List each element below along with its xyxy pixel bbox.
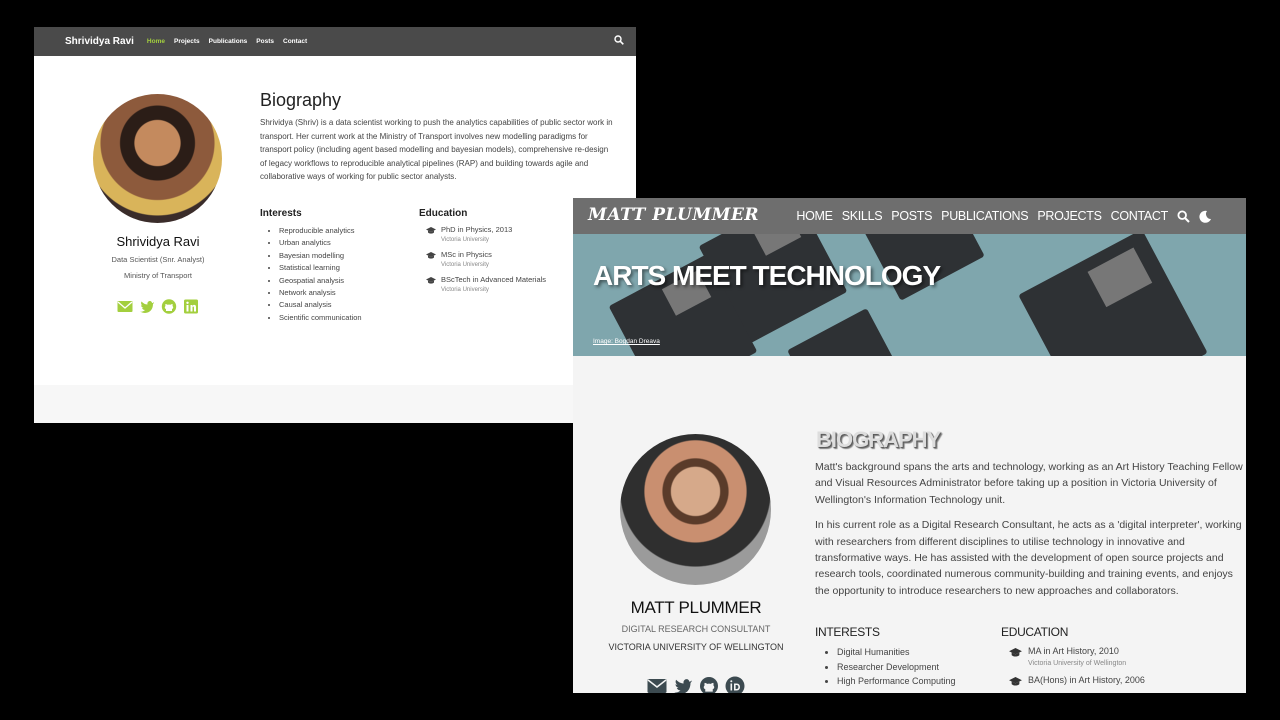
- graduation-cap-icon: [426, 227, 436, 234]
- main-content: Shrividya Ravi Data Scientist (Snr. Anal…: [34, 56, 636, 385]
- profile-org[interactable]: VICTORIA UNIVERSITY OF WELLINGTON: [573, 642, 819, 652]
- biography-paragraph: In his current role as a Digital Researc…: [815, 519, 1242, 597]
- social-links: [117, 299, 199, 314]
- interests-heading: INTERESTS: [815, 625, 880, 639]
- interests-list: Reproducible analytics Urban analytics B…: [279, 225, 362, 324]
- nav-contact[interactable]: Contact: [283, 38, 307, 45]
- education-item: PhD in Physics, 2013 Victoria University: [426, 225, 596, 250]
- email-icon[interactable]: [117, 299, 133, 314]
- search-icon[interactable]: [1177, 209, 1190, 223]
- list-item: Digital Humanities: [837, 645, 956, 660]
- education-heading: EDUCATION: [1001, 625, 1069, 639]
- list-item: Reproducible analytics: [279, 225, 362, 237]
- site-brand[interactable]: MATT PLUMMER: [588, 205, 759, 225]
- graduation-cap-icon: [1009, 677, 1022, 686]
- list-item: Causal analysis: [279, 299, 362, 311]
- education-heading: Education: [419, 208, 468, 219]
- nav-projects[interactable]: Projects: [174, 38, 200, 45]
- floppy-disk-image: [787, 308, 909, 356]
- site-brand[interactable]: Shrividya Ravi: [65, 36, 134, 47]
- biography-text: Shrividya (Shriv) is a data scientist wo…: [260, 118, 613, 182]
- list-item: Scientific communication: [279, 312, 362, 324]
- profile-role: DIGITAL RESEARCH CONSULTANT: [621, 624, 771, 634]
- avatar: [93, 94, 222, 223]
- nav-publications[interactable]: Publications: [209, 38, 248, 45]
- nav-home[interactable]: HOME: [796, 209, 833, 223]
- nav-contact[interactable]: CONTACT: [1111, 209, 1169, 223]
- list-item: Bayesian modelling: [279, 250, 362, 262]
- biography-text: Matt's background spans the arts and tec…: [815, 459, 1246, 608]
- education-course: MA in Art History, 2010: [1028, 646, 1119, 656]
- nav-skills[interactable]: SKILLS: [842, 209, 883, 223]
- education-course: BA(Hons) in Art History, 2006: [1028, 675, 1145, 685]
- interests-heading: Interests: [260, 208, 302, 219]
- navbar: MATT PLUMMER HOME SKILLS POSTS PUBLICATI…: [573, 198, 1246, 234]
- interests-list: Digital Humanities Researcher Developmen…: [837, 645, 956, 689]
- education-item: BScTech in Advanced Materials Victoria U…: [426, 275, 596, 300]
- orcid-icon[interactable]: [725, 676, 745, 693]
- graduation-cap-icon: [426, 277, 436, 284]
- education-item: MA in Art History, 2010 Victoria Univers…: [1009, 645, 1229, 674]
- hero-banner: ARTS MEET TECHNOLOGY Image: Bogdan Dreav…: [573, 234, 1246, 356]
- social-links: [647, 676, 745, 693]
- biography-paragraph: Matt's background spans the arts and tec…: [815, 461, 1243, 506]
- list-item: High Performance Computing: [837, 674, 956, 689]
- github-icon[interactable]: [161, 299, 177, 314]
- biography-heading: BIOGRAPHY: [816, 427, 941, 452]
- nav-publications[interactable]: PUBLICATIONS: [941, 209, 1028, 223]
- hero-title: ARTS MEET TECHNOLOGY: [593, 260, 941, 291]
- nav-home[interactable]: Home: [147, 38, 165, 45]
- shrividya-site-window: Shrividya Ravi Home Projects Publication…: [34, 27, 636, 423]
- image-credit-link[interactable]: Image: Bogdan Dreava: [593, 338, 660, 345]
- github-icon[interactable]: [699, 676, 719, 693]
- nav-projects[interactable]: PROJECTS: [1037, 209, 1102, 223]
- avatar: [620, 434, 771, 585]
- nav-posts[interactable]: POSTS: [891, 209, 932, 223]
- search-icon[interactable]: [614, 35, 624, 45]
- email-icon[interactable]: [647, 676, 667, 693]
- education-list: PhD in Physics, 2013 Victoria University…: [426, 225, 596, 300]
- linkedin-icon[interactable]: [183, 299, 199, 314]
- nav-posts[interactable]: Posts: [256, 38, 274, 45]
- profile-name: Shrividya Ravi: [116, 234, 200, 249]
- education-item: MSc in Physics Victoria University: [426, 250, 596, 275]
- moon-icon[interactable]: [1199, 210, 1212, 223]
- floppy-disk-image: [1018, 234, 1208, 356]
- profile-name: MATT PLUMMER: [630, 598, 762, 617]
- profile-org[interactable]: Ministry of Transport: [34, 271, 282, 280]
- matt-plummer-site-window: ARTS MEET TECHNOLOGY Image: Bogdan Dreav…: [573, 198, 1246, 693]
- profile-role: Data Scientist (Snr. Analyst): [111, 255, 205, 264]
- education-list: MA in Art History, 2010 Victoria Univers…: [1009, 645, 1229, 693]
- list-item: Urban analytics: [279, 237, 362, 249]
- list-item: Network analysis: [279, 287, 362, 299]
- list-item: Statistical learning: [279, 262, 362, 274]
- list-item: Geospatial analysis: [279, 275, 362, 287]
- education-school: Victoria University of Wellington: [1028, 660, 1127, 667]
- nav-menu: HOME SKILLS POSTS PUBLICATIONS PROJECTS …: [796, 198, 1212, 234]
- biography-heading: Biography: [260, 90, 342, 110]
- navbar: Shrividya Ravi Home Projects Publication…: [34, 27, 636, 56]
- education-item: BA(Hons) in Art History, 2006: [1009, 674, 1229, 693]
- graduation-cap-icon: [426, 252, 436, 259]
- twitter-icon[interactable]: [139, 299, 155, 314]
- graduation-cap-icon: [1009, 648, 1022, 657]
- twitter-icon[interactable]: [673, 676, 693, 693]
- list-item: Researcher Development: [837, 660, 956, 675]
